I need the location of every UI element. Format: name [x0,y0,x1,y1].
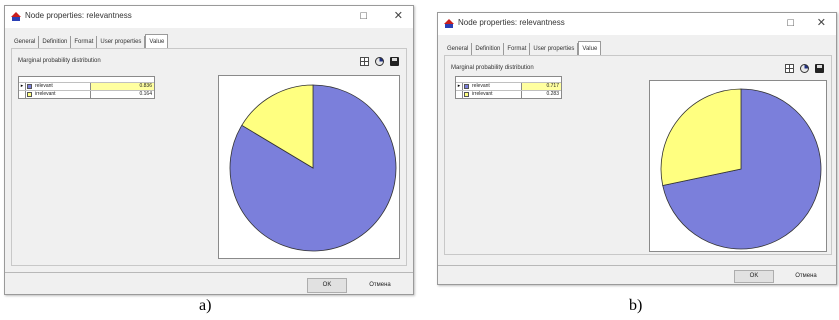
status-divider [5,272,413,273]
close-icon[interactable]: ✕ [394,9,403,23]
state-probability: 0.164 [90,91,154,98]
row-pointer-icon: ▸ [456,83,463,90]
state-name: relevant [472,83,490,89]
state-probability: 0.283 [521,91,561,98]
title-bar: Node properties: relevantness □ ✕ [438,13,836,35]
table-row[interactable]: irrelevant 0.164 [19,91,154,98]
distribution-table: ▸ relevant 0.717 irrelevant 0.283 [455,76,562,99]
close-icon[interactable]: ✕ [817,16,826,30]
tab-format[interactable]: Format [504,43,531,55]
pie-chart-icon[interactable] [375,57,384,66]
pie-chart-area [649,80,827,252]
window-title: Node properties: relevantness [458,18,565,27]
cancel-button[interactable]: Отмена [355,278,405,293]
state-name: irrelevant [35,91,56,97]
row-indicator [456,91,463,98]
panel-label: Marginal probability distribution [451,65,534,71]
table-view-icon[interactable] [360,57,369,66]
table-view-icon[interactable] [785,64,794,73]
cancel-button[interactable]: Отмена [780,270,832,283]
maximize-icon[interactable]: □ [787,16,794,30]
pie-chart-icon[interactable] [800,64,809,73]
state-color-swatch [464,84,469,89]
pie-chart-area [218,75,400,259]
state-name: irrelevant [472,91,493,97]
state-name: relevant [35,83,53,89]
panel-label: Marginal probability distribution [18,58,101,64]
status-divider [438,265,836,266]
state-color-swatch [464,92,469,97]
tab-strip: General Definition Format User propertie… [11,34,169,48]
state-color-swatch [27,92,32,97]
window-title: Node properties: relevantness [25,11,132,20]
save-icon[interactable] [815,64,824,73]
pie-chart [660,88,822,250]
tab-value[interactable]: Value [145,34,169,48]
node-properties-dialog-a: Node properties: relevantness □ ✕ Genera… [4,5,414,295]
state-probability: 0.717 [521,83,561,90]
title-bar: Node properties: relevantness □ ✕ [5,6,413,28]
pie-chart [229,84,397,252]
tab-definition[interactable]: Definition [39,36,72,48]
tab-format[interactable]: Format [71,36,98,48]
distribution-table: ▸ relevant 0.836 irrelevant 0.164 [18,76,155,99]
table-row[interactable]: irrelevant 0.283 [456,91,561,98]
ok-button[interactable]: OK [734,270,774,283]
tab-user-properties[interactable]: User properties [530,43,579,55]
node-properties-dialog-b: Node properties: relevantness □ ✕ Genera… [437,12,837,285]
app-icon [444,19,454,28]
value-panel: Marginal probability distribution ▸ rele… [444,55,832,255]
pie-slice-irrelevant [660,88,742,186]
table-row[interactable]: ▸ relevant 0.836 [19,83,154,91]
row-indicator [19,91,26,98]
tab-user-properties[interactable]: User properties [97,36,146,48]
maximize-icon[interactable]: □ [360,9,367,23]
app-icon [11,12,21,21]
tab-general[interactable]: General [444,43,473,55]
row-pointer-icon: ▸ [19,83,26,90]
ok-button[interactable]: OK [307,278,347,293]
state-probability: 0.836 [90,83,154,90]
figure-caption-b: b) [629,297,643,314]
tab-definition[interactable]: Definition [472,43,505,55]
tab-strip: General Definition Format User propertie… [444,41,602,55]
value-panel: Marginal probability distribution ▸ rele… [11,48,407,266]
tab-value[interactable]: Value [578,41,602,55]
state-color-swatch [27,84,32,89]
table-row[interactable]: ▸ relevant 0.717 [456,83,561,91]
tab-general[interactable]: General [11,36,40,48]
figure-caption-a: a) [199,297,212,314]
save-icon[interactable] [390,57,399,66]
